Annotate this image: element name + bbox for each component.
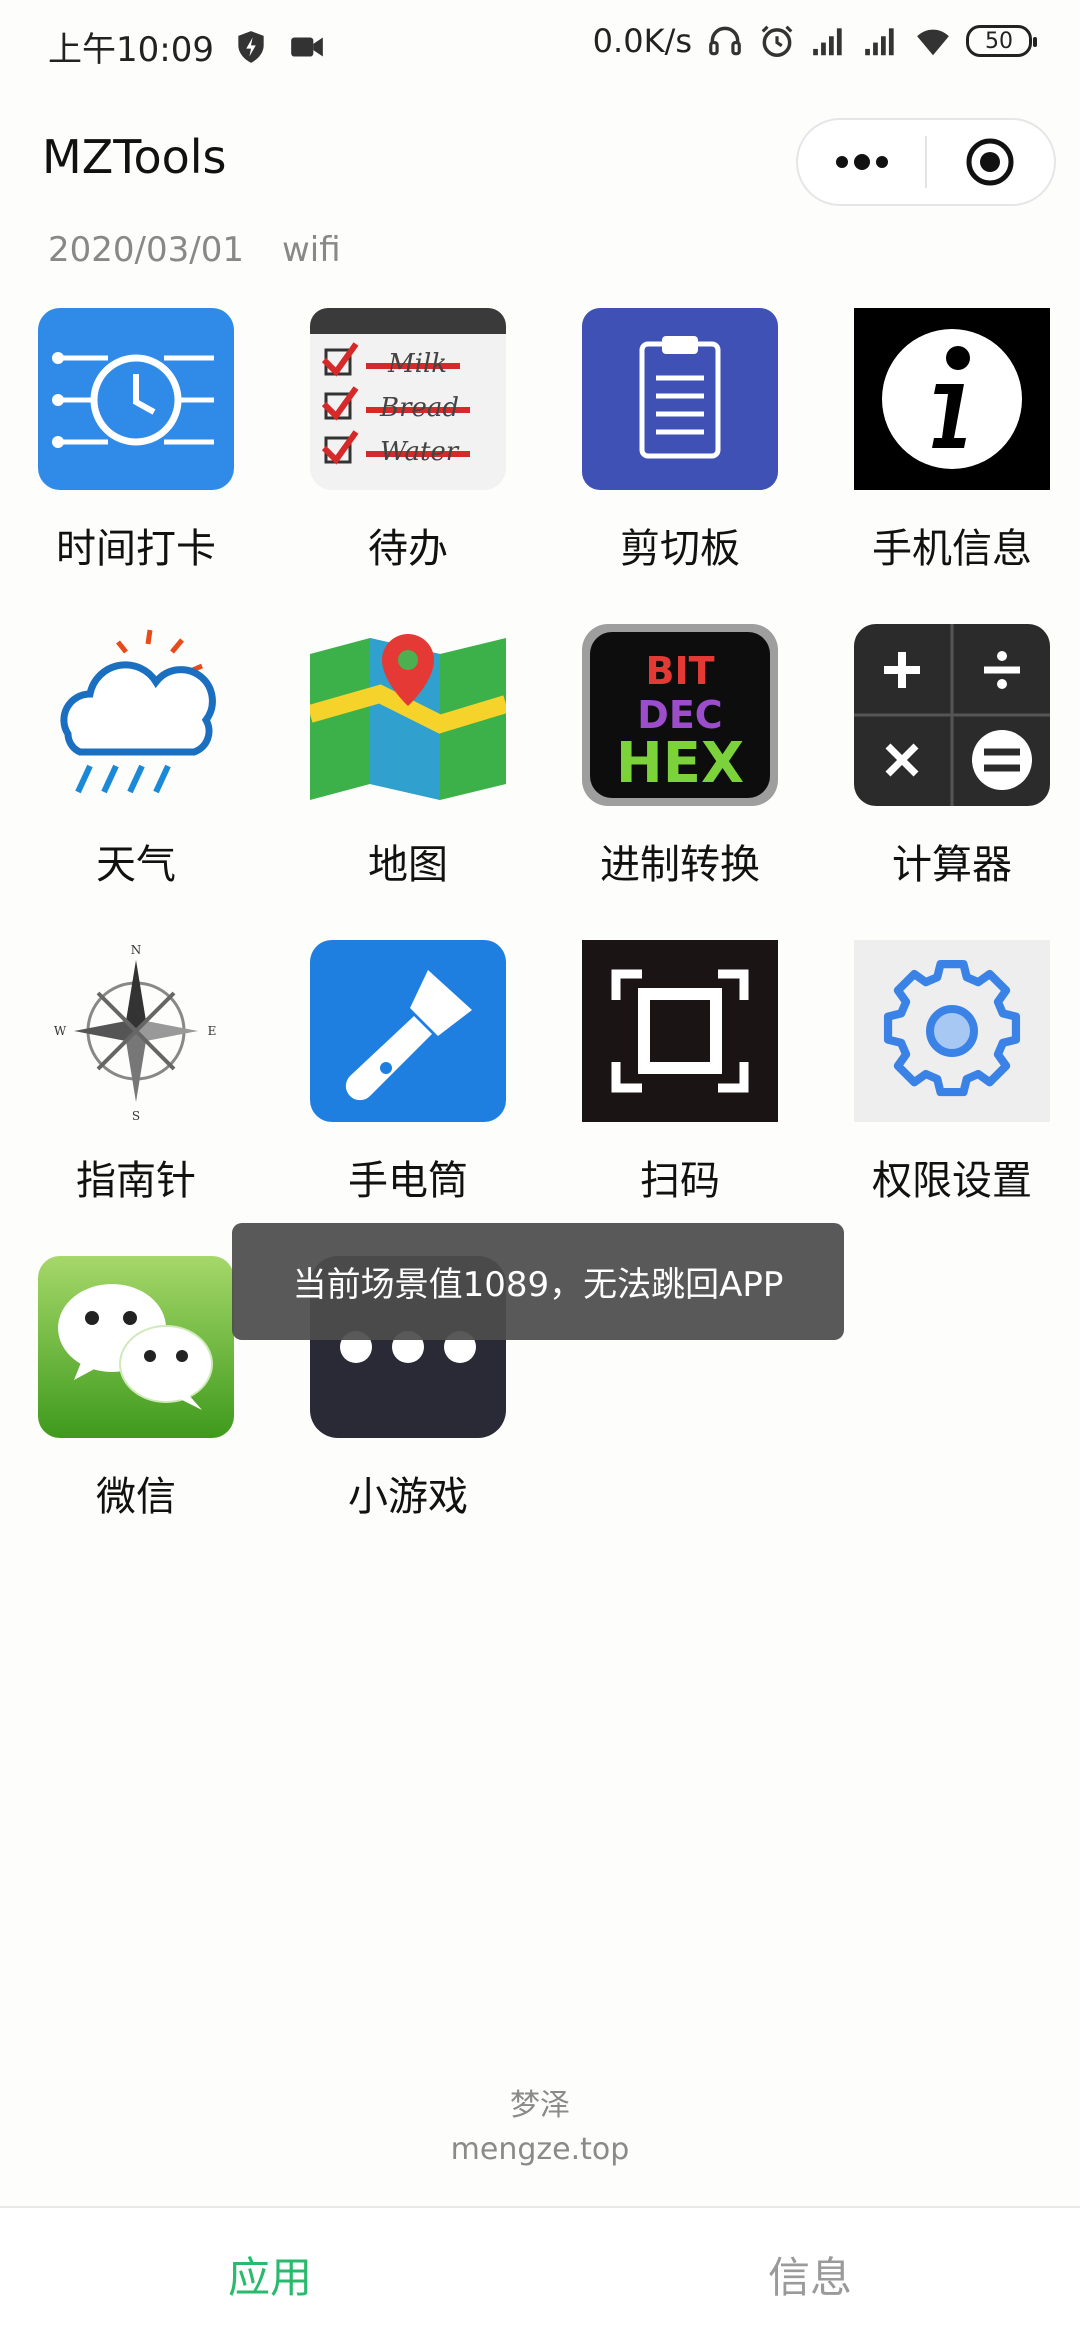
signal-icon <box>813 28 842 56</box>
signal-icon <box>865 28 894 56</box>
compass-e: E <box>208 1024 217 1038</box>
tab-label: 应用 <box>227 2252 312 2302</box>
headphones-icon <box>709 26 741 56</box>
compass-w: W <box>54 1024 67 1038</box>
app-permissions[interactable]: 权限设置 <box>854 940 1050 1206</box>
weather-icon <box>38 624 234 806</box>
app-label: 天气 <box>96 842 176 888</box>
wechat-icon <box>38 1256 234 1438</box>
app-label: 地图 <box>368 842 448 888</box>
video-icon <box>291 37 323 56</box>
app-label: 小游戏 <box>348 1474 468 1520</box>
flashlight-icon <box>310 940 506 1122</box>
more-button[interactable] <box>798 120 925 204</box>
gear-icon <box>854 940 1050 1122</box>
status-time: 上午10:09 <box>48 30 214 70</box>
battery-icon: 50 <box>966 25 1037 57</box>
app-todo[interactable]: Milk Bread Water 待办 <box>310 308 506 574</box>
svg-text:Milk: Milk <box>387 349 447 379</box>
app-calculator[interactable]: 计算器 <box>854 624 1050 890</box>
clipboard-icon <box>582 308 778 490</box>
app-label: 计算器 <box>892 842 1012 888</box>
footer-brand: 梦泽 mengze.top <box>0 2080 1080 2167</box>
app-map[interactable]: 地图 <box>310 624 506 890</box>
svg-text:Bread: Bread <box>379 393 459 423</box>
app-weather[interactable]: 天气 <box>38 624 234 890</box>
app-time-clock[interactable]: 时间打卡 <box>38 308 234 574</box>
date-text: 2020/03/01 <box>48 230 244 270</box>
close-miniprogram-button[interactable] <box>927 120 1054 204</box>
app-scan[interactable]: 扫码 <box>582 940 778 1206</box>
info-icon <box>854 308 1050 490</box>
network-text: wifi <box>281 230 341 270</box>
app-flashlight[interactable]: 手电筒 <box>310 940 506 1206</box>
status-bar: 上午10:09 0.0K/s 50 <box>0 0 1080 92</box>
app-label: 进制转换 <box>600 842 760 888</box>
app-phone-info[interactable]: 手机信息 <box>854 308 1050 574</box>
icon-text-hex: HEX <box>616 731 744 796</box>
scan-icon <box>582 940 778 1122</box>
menu-capsule <box>796 118 1056 206</box>
footer-brand-name: 梦泽 <box>510 2088 570 2123</box>
tab-info[interactable]: 信息 <box>540 2208 1080 2340</box>
app-label: 权限设置 <box>872 1158 1032 1204</box>
app-label: 微信 <box>96 1474 176 1520</box>
net-speed: 0.0K/s <box>592 22 692 60</box>
app-label: 待办 <box>368 526 448 572</box>
compass-n: N <box>131 943 142 957</box>
app-label: 指南针 <box>76 1158 196 1204</box>
clock-icon <box>38 308 234 490</box>
compass-icon: N S E W <box>38 940 234 1122</box>
footer-site: mengze.top <box>450 2132 630 2167</box>
map-icon <box>310 624 506 806</box>
app-compass[interactable]: N S E W 指南针 <box>38 940 234 1206</box>
tab-bar: 应用 信息 <box>0 2206 1080 2340</box>
alarm-icon <box>761 25 793 57</box>
wifi-icon <box>917 29 949 56</box>
app-label: 时间打卡 <box>56 526 216 572</box>
checklist-icon: Milk Bread Water <box>310 308 506 490</box>
app-label: 手电筒 <box>348 1158 468 1204</box>
app-label: 扫码 <box>640 1158 720 1204</box>
app-label: 手机信息 <box>872 526 1032 572</box>
shield-icon <box>238 30 264 63</box>
tab-label: 信息 <box>767 2252 852 2302</box>
target-icon <box>966 138 1014 186</box>
bit-dec-hex-icon: BIT DEC HEX <box>582 624 778 806</box>
app-label: 剪切板 <box>620 526 740 572</box>
more-icon <box>835 154 888 170</box>
calculator-icon <box>854 624 1050 806</box>
battery-level: 50 <box>985 28 1013 54</box>
app-clipboard[interactable]: 剪切板 <box>582 308 778 574</box>
app-wechat[interactable]: 微信 <box>38 1256 234 1522</box>
tab-apps[interactable]: 应用 <box>0 2208 540 2340</box>
toast-message: 当前场景值1089，无法跳回APP <box>232 1223 844 1340</box>
compass-s: S <box>132 1109 140 1122</box>
svg-text:Water: Water <box>380 437 460 467</box>
subline: 2020/03/01 wifi <box>48 230 341 270</box>
app-base-convert[interactable]: BIT DEC HEX 进制转换 <box>582 624 778 890</box>
page-title: MZTools <box>42 130 227 184</box>
icon-text-bit: BIT <box>645 649 714 693</box>
